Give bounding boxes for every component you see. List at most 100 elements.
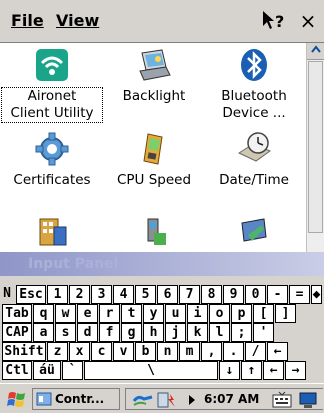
view-menu-label: View <box>56 11 100 30</box>
key-4-3[interactable]: \ <box>84 361 218 380</box>
applet-backlight[interactable]: Backlight <box>104 47 204 105</box>
key-2-4[interactable]: f <box>99 323 120 342</box>
start-button[interactable] <box>6 388 28 410</box>
key-1-2[interactable]: w <box>55 304 76 323</box>
clock-icon <box>237 132 272 162</box>
applet-certificates[interactable]: Certificates <box>2 131 102 189</box>
key-1-10[interactable]: p <box>231 304 252 323</box>
key-4-5[interactable]: ↑ <box>241 361 262 380</box>
desktop-icon[interactable] <box>298 391 320 409</box>
applet-label-line1: Aironet <box>27 88 77 104</box>
applet-partial-3[interactable] <box>204 213 304 249</box>
key-3-0[interactable]: Shift <box>2 342 46 361</box>
key-1-6[interactable]: y <box>143 304 164 323</box>
applet-partial-1[interactable] <box>2 213 102 249</box>
key-3-11[interactable]: ← <box>267 342 288 361</box>
applet-bluetooth[interactable]: Bluetooth Device ... <box>204 47 304 122</box>
key-4-4[interactable]: ↓ <box>219 361 240 380</box>
key-0-7[interactable]: 7 <box>179 285 200 304</box>
key-4-2[interactable]: ` <box>62 361 83 380</box>
battery-icon[interactable] <box>156 391 180 409</box>
input-panel-title[interactable]: Input Panel <box>0 252 324 276</box>
key-3-2[interactable]: x <box>69 342 90 361</box>
key-2-0[interactable]: CAP <box>2 323 32 342</box>
key-0-10[interactable]: 0 <box>245 285 266 304</box>
key-0-6[interactable]: 6 <box>157 285 178 304</box>
key-3-3[interactable]: c <box>91 342 112 361</box>
keyboard-icon[interactable] <box>271 391 293 409</box>
arrow-right-icon <box>189 395 195 405</box>
applet-date-time[interactable]: Date/Time <box>204 131 304 189</box>
key-1-11[interactable]: [ <box>253 304 274 323</box>
key-1-7[interactable]: u <box>165 304 186 323</box>
windows-flag-icon <box>7 392 25 407</box>
network-icon[interactable] <box>132 391 154 409</box>
key-0-8[interactable]: 8 <box>201 285 222 304</box>
file-menu[interactable]: File <box>11 11 44 30</box>
key-4-7[interactable]: → <box>285 361 306 380</box>
key-2-7[interactable]: j <box>165 323 186 342</box>
key-3-10[interactable]: / <box>245 342 266 361</box>
key-0-11[interactable]: - <box>267 285 288 304</box>
key-3-1[interactable]: z <box>47 342 68 361</box>
key-1-1[interactable]: q <box>33 304 54 323</box>
key-3-7[interactable]: m <box>179 342 200 361</box>
scroll-up-button[interactable] <box>307 43 324 60</box>
key-2-10[interactable]: ; <box>231 323 252 342</box>
key-0-5[interactable]: 5 <box>135 285 156 304</box>
gear-icon <box>35 132 69 166</box>
key-2-8[interactable]: k <box>187 323 208 342</box>
key-2-3[interactable]: d <box>77 323 98 342</box>
key-0-0[interactable]: Esc <box>16 285 46 304</box>
key-3-8[interactable]: , <box>201 342 222 361</box>
close-button[interactable]: × <box>297 8 319 34</box>
key-1-4[interactable]: r <box>99 304 120 323</box>
applet-partial-2[interactable] <box>104 213 204 249</box>
key-0-3[interactable]: 3 <box>91 285 112 304</box>
clock[interactable]: 6:07 AM <box>204 389 259 409</box>
key-4-1[interactable]: áü <box>33 361 61 380</box>
applet-aironet[interactable]: Aironet Client Utility <box>1 47 103 123</box>
key-1-0[interactable]: Tab <box>2 304 32 323</box>
key-0-9[interactable]: 9 <box>223 285 244 304</box>
pointer-help-icon: ? <box>263 11 284 31</box>
key-3-4[interactable]: v <box>113 342 134 361</box>
applet-label-line1: Bluetooth <box>221 88 287 104</box>
key-3-6[interactable]: n <box>157 342 178 361</box>
key-0-2[interactable]: 2 <box>69 285 90 304</box>
view-menu[interactable]: View <box>56 11 99 30</box>
key-0-4[interactable]: 4 <box>113 285 134 304</box>
key-4-6[interactable]: ← <box>263 361 284 380</box>
key-2-5[interactable]: g <box>121 323 142 342</box>
menu-bar: File View ? × <box>0 0 324 43</box>
keyboard-row-marker: N <box>3 286 11 301</box>
help-button[interactable]: ? <box>260 9 288 33</box>
key-2-2[interactable]: s <box>55 323 76 342</box>
key-3-5[interactable]: b <box>135 342 156 361</box>
key-2-9[interactable]: l <box>209 323 230 342</box>
applet-label: Date/Time <box>219 172 289 188</box>
wifi-icon <box>36 49 68 81</box>
key-4-0[interactable]: Ctl <box>2 361 32 380</box>
key-0-1[interactable]: 1 <box>47 285 68 304</box>
bluetooth-icon <box>241 49 267 81</box>
screen: File View ? × Aironet Client Utility Bac… <box>0 0 324 413</box>
key-1-9[interactable]: o <box>209 304 230 323</box>
key-2-11[interactable]: ' <box>253 323 274 342</box>
task-button-label: Contr... <box>55 392 105 406</box>
key-2-6[interactable]: h <box>143 323 164 342</box>
key-1-5[interactable]: t <box>121 304 142 323</box>
key-1-3[interactable]: e <box>77 304 98 323</box>
key-2-1[interactable]: a <box>33 323 54 342</box>
laptop-icon <box>139 49 171 81</box>
taskbar: Contr... 6:07 AM <box>0 383 324 413</box>
key-3-9[interactable]: . <box>223 342 244 361</box>
applet-label: Aironet Client Utility <box>1 87 103 123</box>
applet-cpu-speed[interactable]: CPU Speed <box>104 131 204 189</box>
key-1-12[interactable]: ] <box>275 304 296 323</box>
key-0-12[interactable]: = <box>289 285 310 304</box>
task-button-control-panel[interactable]: Contr... <box>32 388 120 410</box>
key-0-13[interactable]: ◆ <box>311 285 322 304</box>
scroll-thumb[interactable] <box>308 61 323 233</box>
key-1-8[interactable]: i <box>187 304 208 323</box>
